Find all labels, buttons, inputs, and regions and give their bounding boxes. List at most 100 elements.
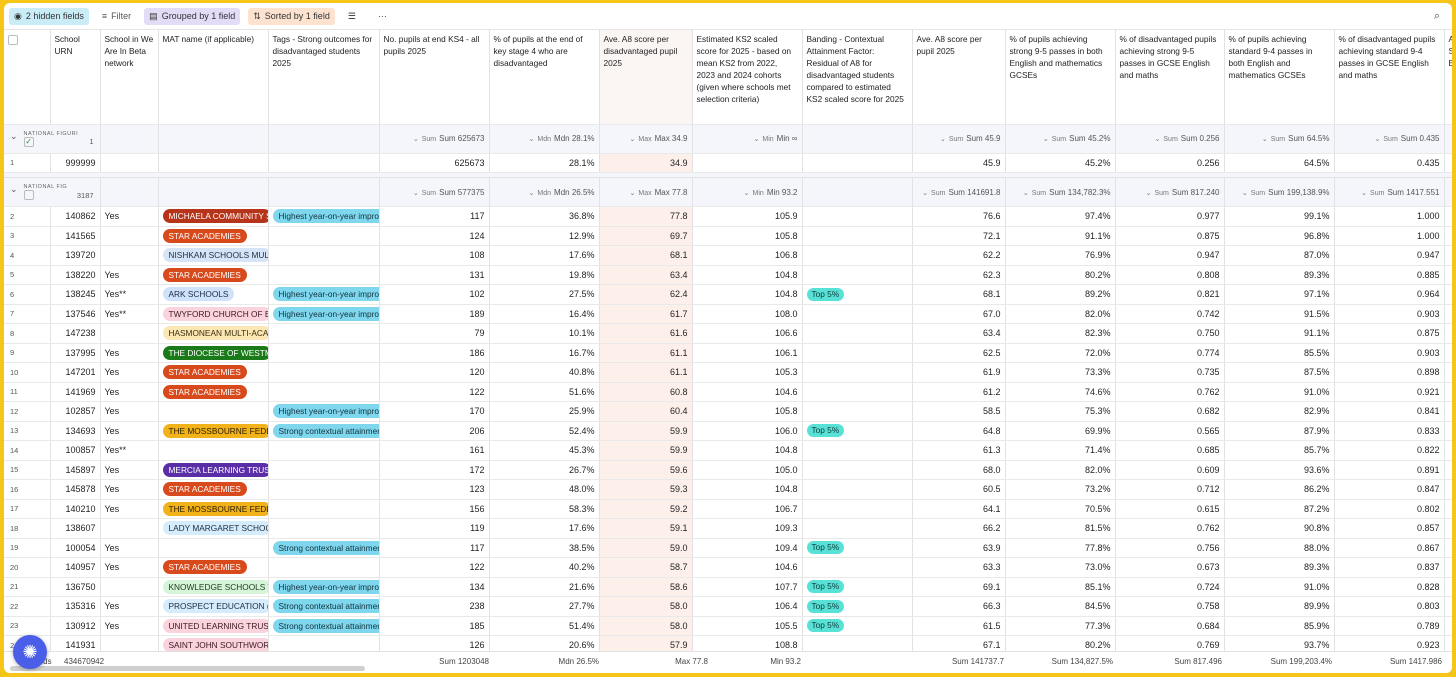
cell-tags[interactable]: Highest year-on-year improvement: [268, 284, 380, 305]
cell-strong-passes[interactable]: 74.6%: [1005, 382, 1116, 402]
cell-truncated[interactable]: [1444, 518, 1452, 539]
cell-a8[interactable]: 62.5: [912, 343, 1006, 363]
cell-tags[interactable]: [268, 343, 380, 363]
cell-ks2[interactable]: 109.3: [692, 518, 803, 539]
cell-beta[interactable]: Yes**: [100, 284, 159, 305]
cell-truncated[interactable]: [1444, 245, 1452, 266]
cell-urn[interactable]: 147201: [50, 362, 101, 383]
cell-disadvantaged[interactable]: 19.8%: [489, 265, 600, 285]
cell-a8[interactable]: 67.0: [912, 304, 1006, 324]
table-row[interactable]: 11 141969 Yes STAR ACADEMIES 122 51.6% 60.8 104…: [4, 382, 1452, 402]
cell-disadvantaged[interactable]: 28.1%: [489, 153, 600, 173]
cell-truncated[interactable]: [1444, 460, 1452, 480]
cell-a8[interactable]: 61.5: [912, 616, 1006, 636]
cell-pupils[interactable]: 108: [379, 245, 490, 266]
cell-tags[interactable]: Strong contextual attainment: [268, 421, 380, 441]
cell-disadvantaged[interactable]: 27.5%: [489, 284, 600, 305]
cell-dis-strong-passes[interactable]: 0.684: [1115, 616, 1225, 636]
cell-a8[interactable]: 76.6: [912, 206, 1006, 227]
cell-mat[interactable]: [158, 440, 269, 461]
cell-beta[interactable]: [100, 577, 159, 597]
cell-mat[interactable]: ARK SCHOOLS: [158, 284, 269, 305]
cell-mat[interactable]: THE MOSSBOURNE FEDERATION: [158, 421, 269, 441]
cell-tags[interactable]: [268, 440, 380, 461]
cell-ks2[interactable]: 105.9: [692, 206, 803, 227]
cell-strong-passes[interactable]: 81.5%: [1005, 518, 1116, 539]
cell-standard-passes[interactable]: 87.2%: [1224, 499, 1335, 519]
cell-ks2[interactable]: 105.8: [692, 226, 803, 246]
cell-urn[interactable]: 138220: [50, 265, 101, 285]
cell-dis-standard-passes[interactable]: 0.837: [1334, 557, 1445, 578]
cell-urn[interactable]: 139720: [50, 245, 101, 266]
group-toggle[interactable]: ⌄ NATIONAL FIG 3187: [4, 177, 101, 207]
col-header-standard-passes[interactable]: % of pupils achieving standard 9-4 passe…: [1224, 30, 1335, 125]
cell-standard-passes[interactable]: 88.0%: [1224, 538, 1335, 558]
table-row[interactable]: 4139720 NISHKAM SCHOOLS MULTI ACADEMY TRU…: [4, 245, 1452, 266]
col-header-strong-passes[interactable]: % of pupils achieving strong 9-5 passes …: [1005, 30, 1116, 125]
cell-tags[interactable]: Highest year-on-year improvement: [268, 206, 380, 227]
cell-dis-standard-passes[interactable]: 1.000: [1334, 206, 1445, 227]
group-summary-cell[interactable]: ⌄ Sum Sum 45.9: [912, 124, 1006, 154]
cell-disadvantaged[interactable]: 21.6%: [489, 577, 600, 597]
cell-a8[interactable]: 66.2: [912, 518, 1006, 539]
cell-truncated[interactable]: [1444, 596, 1452, 617]
col-header-a8-disadvantaged[interactable]: Ave. A8 score per disadvantaged pupil 20…: [599, 30, 693, 125]
cell-urn[interactable]: 134693: [50, 421, 101, 441]
cell-beta[interactable]: [100, 518, 159, 539]
cell-pupils[interactable]: 206: [379, 421, 490, 441]
group-summary-cell[interactable]: ⌄ Sum Sum 64.5%: [1224, 124, 1335, 154]
cell-urn[interactable]: 102857: [50, 401, 101, 422]
cell-dis-strong-passes[interactable]: 0.774: [1115, 343, 1225, 363]
col-header-urn[interactable]: School URN: [50, 30, 101, 125]
table-row[interactable]: 1 999999 625673 28.1% 34.9 45.9 45.2% 0.256 64.5…: [4, 153, 1452, 173]
cell-mat[interactable]: STAR ACADEMIES: [158, 362, 269, 383]
cell-dis-strong-passes[interactable]: 0.977: [1115, 206, 1225, 227]
cell-mat[interactable]: TWYFORD CHURCH OF ENGLAND ACADEMIES TRUS…: [158, 304, 269, 324]
cell-tags[interactable]: [268, 382, 380, 402]
cell-beta[interactable]: Yes: [100, 206, 159, 227]
cell-mat[interactable]: KNOWLEDGE SCHOOLS TRUST: [158, 577, 269, 597]
cell-banding[interactable]: [802, 362, 913, 383]
cell-mat[interactable]: MERCIA LEARNING TRUST: [158, 460, 269, 480]
cell-dis-standard-passes[interactable]: 0.898: [1334, 362, 1445, 383]
cell-a8-disadvantaged[interactable]: 58.0: [599, 616, 693, 636]
cell-ks2[interactable]: 105.5: [692, 616, 803, 636]
cell-beta[interactable]: Yes: [100, 382, 159, 402]
group-summary-cell[interactable]: ⌄ Sum Sum 134,782.3%: [1005, 177, 1116, 207]
cell-pupils[interactable]: 122: [379, 557, 490, 578]
cell-banding[interactable]: [802, 265, 913, 285]
cell-ks2[interactable]: 104.6: [692, 557, 803, 578]
cell-tags[interactable]: [268, 557, 380, 578]
group-summary-cell[interactable]: ⌄ Sum Sum 625673: [379, 124, 490, 154]
table-row[interactable]: 7137546Yes**TWYFORD CHURCH OF ENGLAND AC…: [4, 304, 1452, 324]
cell-ks2[interactable]: 106.1: [692, 343, 803, 363]
cell-pupils[interactable]: 172: [379, 460, 490, 480]
cell-a8[interactable]: 66.3: [912, 596, 1006, 617]
cell-strong-passes[interactable]: 82.0%: [1005, 304, 1116, 324]
cell-a8-disadvantaged[interactable]: 58.6: [599, 577, 693, 597]
cell-dis-standard-passes[interactable]: 0.841: [1334, 401, 1445, 422]
table-row[interactable]: 17140210YesTHE MOSSBOURNE FEDERATION1565…: [4, 499, 1452, 519]
cell-banding[interactable]: [802, 382, 913, 402]
cell-mat[interactable]: NISHKAM SCHOOLS MULTI ACADEMY TRUST: [158, 245, 269, 266]
cell-pupils[interactable]: 161: [379, 440, 490, 461]
cell-tags[interactable]: [268, 226, 380, 246]
cell-a8-disadvantaged[interactable]: 59.6: [599, 460, 693, 480]
cell-urn[interactable]: 147238: [50, 323, 101, 344]
cell-a8[interactable]: 61.3: [912, 440, 1006, 461]
cell-truncated[interactable]: [1444, 284, 1452, 305]
cell-strong-passes[interactable]: 73.0%: [1005, 557, 1116, 578]
cell-banding[interactable]: [802, 206, 913, 227]
cell-banding[interactable]: [802, 323, 913, 344]
cell-urn[interactable]: 100857: [50, 440, 101, 461]
cell-beta[interactable]: [100, 245, 159, 266]
table-row[interactable]: 21136750 KNOWLEDGE SCHOOLS TRUST Highest y…: [4, 577, 1452, 597]
group-summary-cell[interactable]: ⌄ Sum Sum 0.256: [1115, 124, 1225, 154]
table-row[interactable]: 23 130912 Yes UNITED LEARNING TRUST Strong c…: [4, 616, 1452, 636]
cell-dis-strong-passes[interactable]: 0.762: [1115, 518, 1225, 539]
cell-dis-strong-passes[interactable]: 0.756: [1115, 538, 1225, 558]
cell-standard-passes[interactable]: 91.0%: [1224, 382, 1335, 402]
cell-tags[interactable]: Highest year-on-year improvement: [268, 304, 380, 324]
col-header-ks2[interactable]: Estimated KS2 scaled score for 2025 - ba…: [692, 30, 803, 125]
cell-a8-disadvantaged[interactable]: 68.1: [599, 245, 693, 266]
